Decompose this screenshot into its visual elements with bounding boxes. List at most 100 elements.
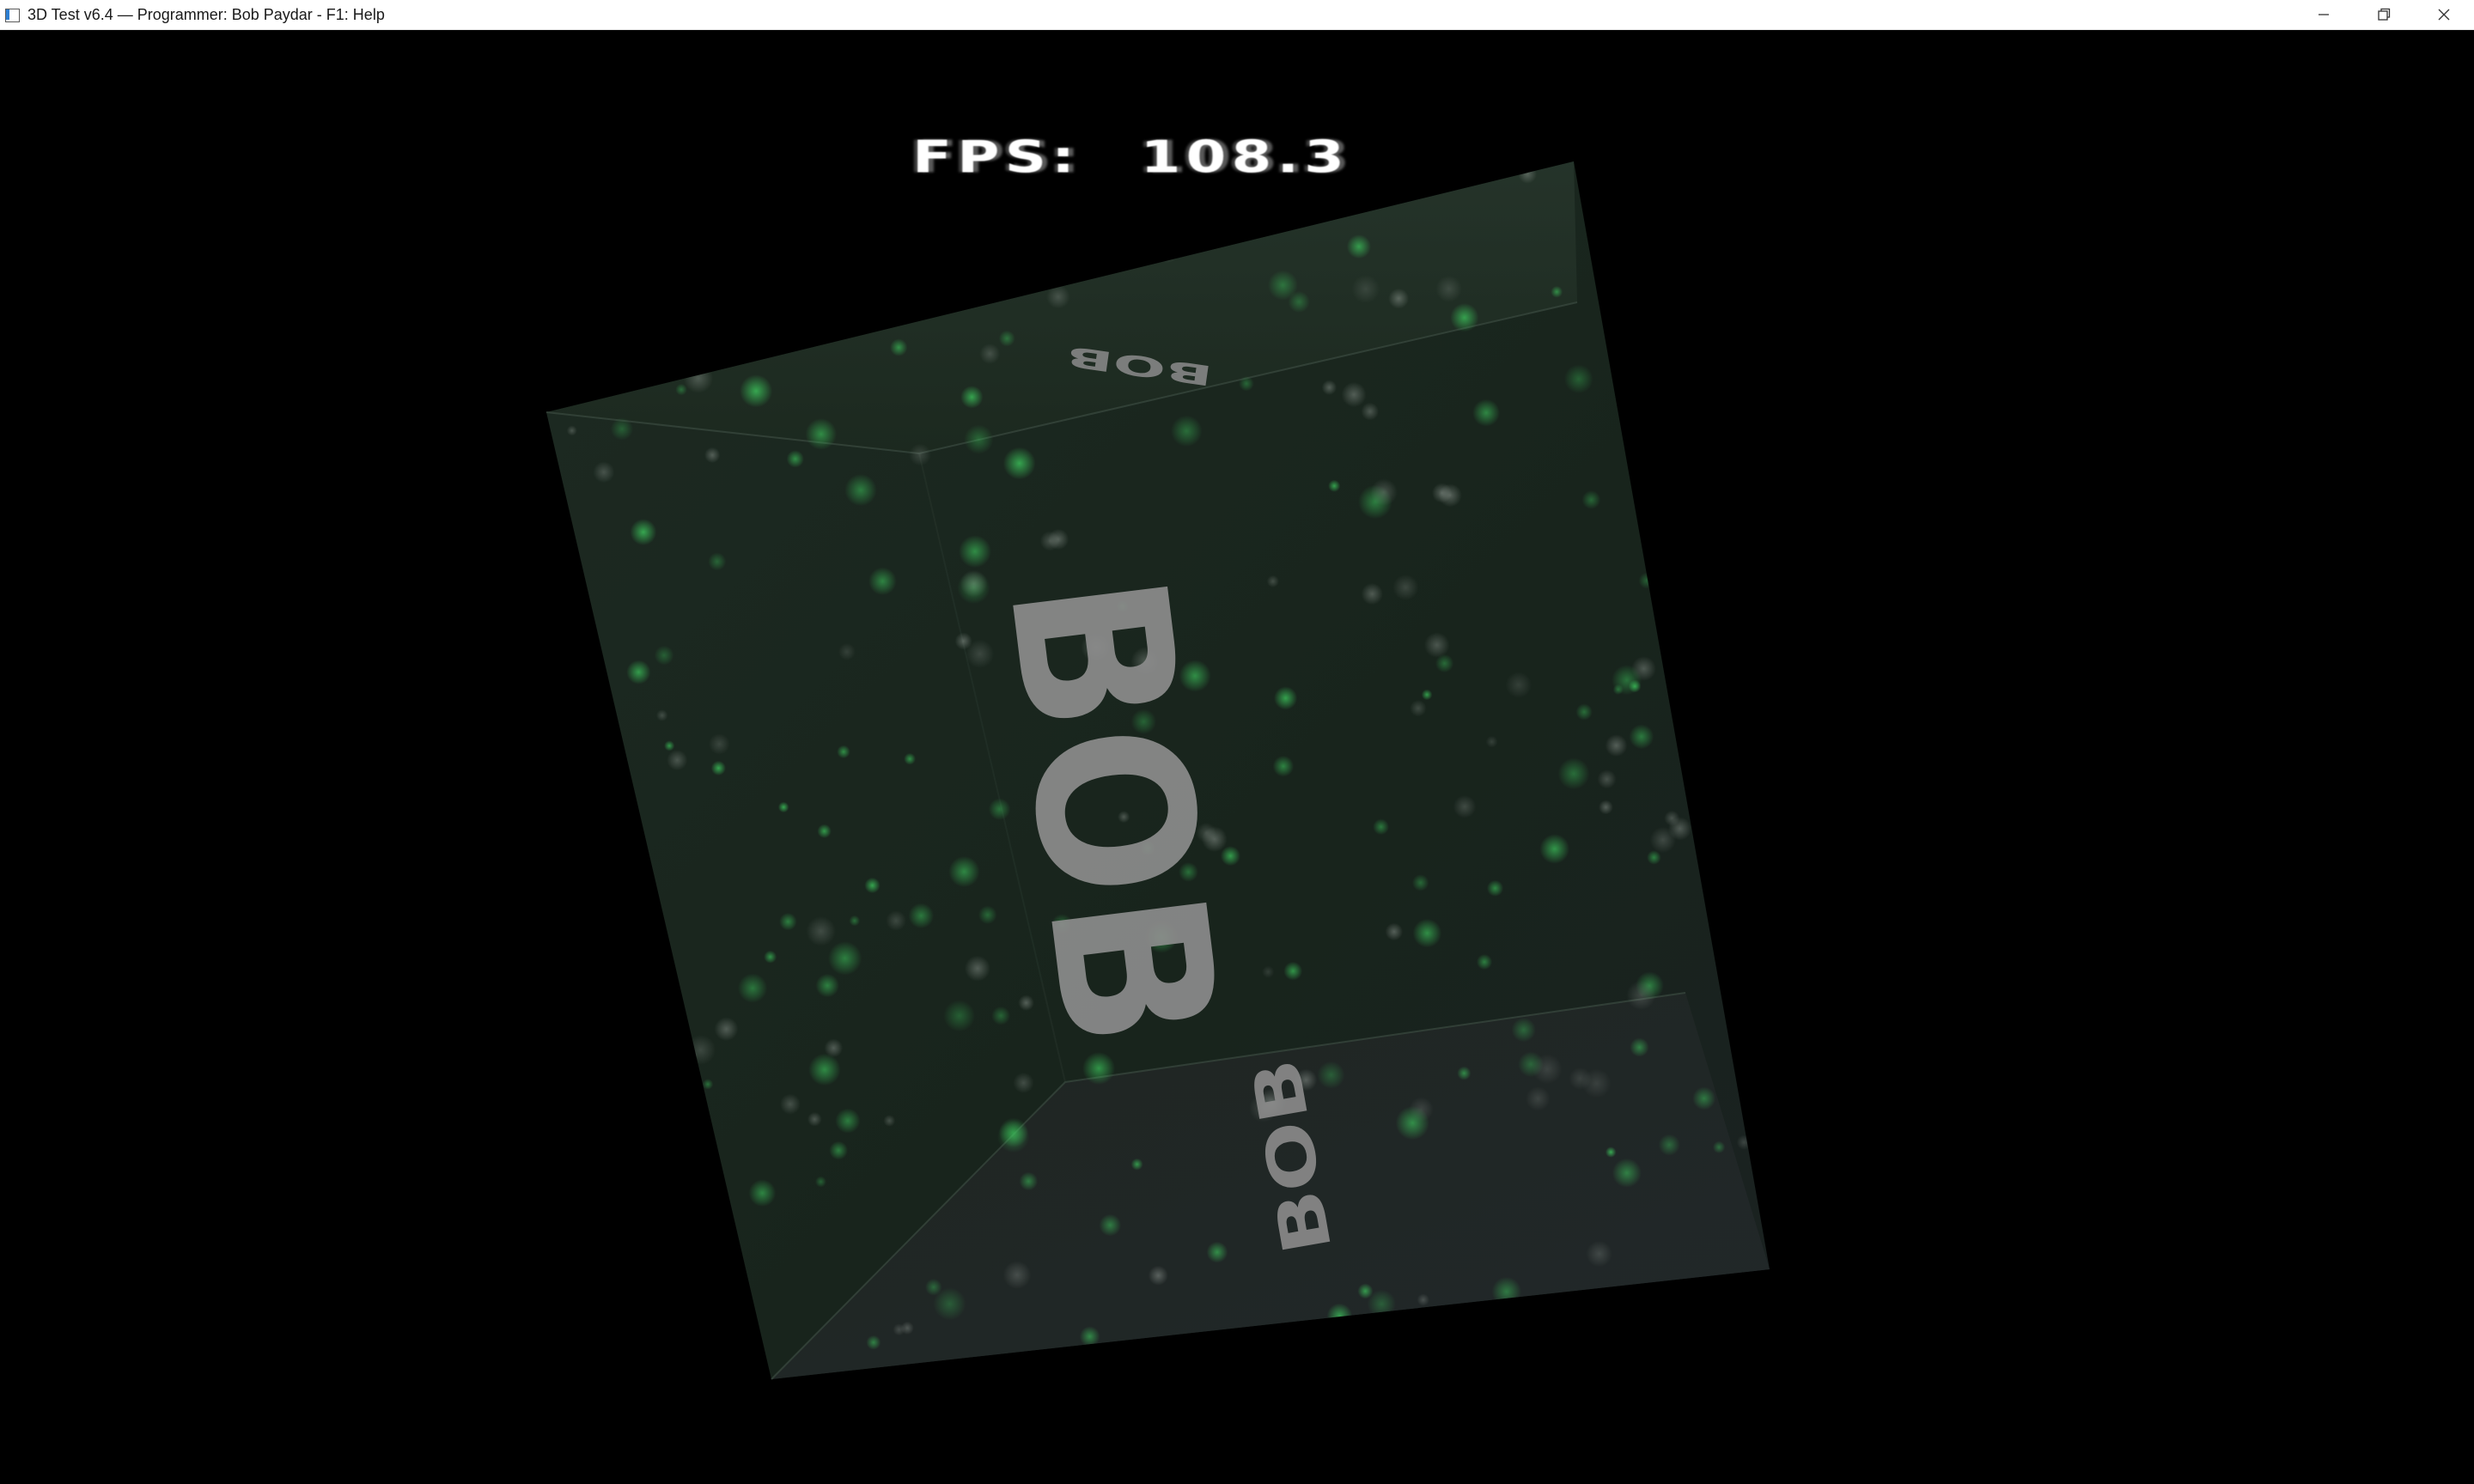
particle [1764,708,1770,730]
particle [866,1335,881,1350]
particle [835,1108,861,1134]
particle [806,915,837,946]
particle [726,263,744,281]
particle [616,885,646,915]
particle [566,425,577,436]
particle [1605,734,1628,757]
particle [904,752,916,765]
cube-scene: BOB BOB BOB [545,161,1793,1380]
particle [1711,550,1734,574]
particle [1002,447,1036,480]
particle [1424,632,1450,658]
window-title: 3D Test v6.4 — Programmer: Bob Paydar - … [27,5,385,23]
particle [893,1323,905,1336]
particle [815,973,839,998]
particle [1328,479,1341,492]
particle [1575,703,1593,721]
restore-button[interactable] [2354,0,2414,29]
particle [791,284,826,319]
particle [1752,467,1770,497]
particle [1171,415,1203,447]
particle [786,450,804,468]
particle [1511,1018,1536,1043]
particle [1586,1240,1612,1268]
particle [697,346,718,368]
particle [978,905,997,925]
close-button[interactable] [2414,0,2474,29]
particle [1156,240,1179,264]
particle [1182,1350,1196,1364]
particle [1705,333,1721,350]
particle [1373,818,1389,836]
particle [1761,956,1770,983]
particle [1421,689,1433,701]
particle [1777,164,1793,179]
app-icon[interactable] [4,7,20,22]
particle [1569,1067,1592,1090]
particle [837,745,850,759]
particle [1002,258,1017,275]
particle [654,645,674,666]
particle [740,374,773,408]
particle [959,535,991,568]
particle [1361,402,1380,421]
particle [960,386,984,409]
particle [1450,303,1479,332]
particle [681,1128,698,1144]
particle [890,338,908,356]
particle [569,187,591,210]
particle [748,1179,777,1207]
particle [1367,1289,1396,1318]
particle [667,750,688,771]
particle [626,660,651,684]
particle [1453,795,1477,818]
particle [1130,1158,1143,1171]
particle [1712,1140,1726,1154]
particle [1649,826,1677,854]
particle [1346,234,1371,259]
fps-label: FPS: [912,131,1081,184]
particle [1752,916,1768,933]
particle [875,161,902,167]
particle [764,950,777,964]
particle [979,344,1001,364]
title-bar[interactable]: 3D Test v6.4 — Programmer: Bob Paydar - … [0,0,2474,30]
particle [546,304,563,327]
particle [1417,1293,1430,1306]
particle [546,530,551,561]
particle [1629,724,1654,750]
particle [1491,1276,1522,1307]
particle [908,903,935,929]
particle [998,330,1015,347]
particle [777,801,789,813]
minimize-button[interactable] [2294,0,2354,29]
particle [1692,775,1720,801]
particle [687,289,715,316]
particle [686,1034,716,1066]
particle [1262,965,1275,978]
particle [755,212,769,226]
particle [700,1341,731,1372]
particle [1321,380,1338,396]
particle [737,973,768,1003]
particle [625,313,658,346]
particle [807,1111,822,1127]
particle [683,167,694,179]
particle [1709,258,1721,271]
particle [1612,1158,1642,1188]
particle [655,709,668,721]
particle [1203,212,1217,227]
particle [1719,545,1742,568]
particle [632,200,660,228]
particle [546,805,573,833]
particle [1317,1061,1345,1089]
particle [952,277,966,291]
particle [1082,1052,1116,1085]
particle [1676,350,1699,374]
particle [1341,381,1367,408]
render-viewport[interactable]: BOB BOB BOB FPS: 108.3 [0,30,2474,1484]
particle [1685,180,1717,212]
particle [721,307,746,332]
particle [1692,1086,1716,1110]
particle [1551,285,1563,298]
